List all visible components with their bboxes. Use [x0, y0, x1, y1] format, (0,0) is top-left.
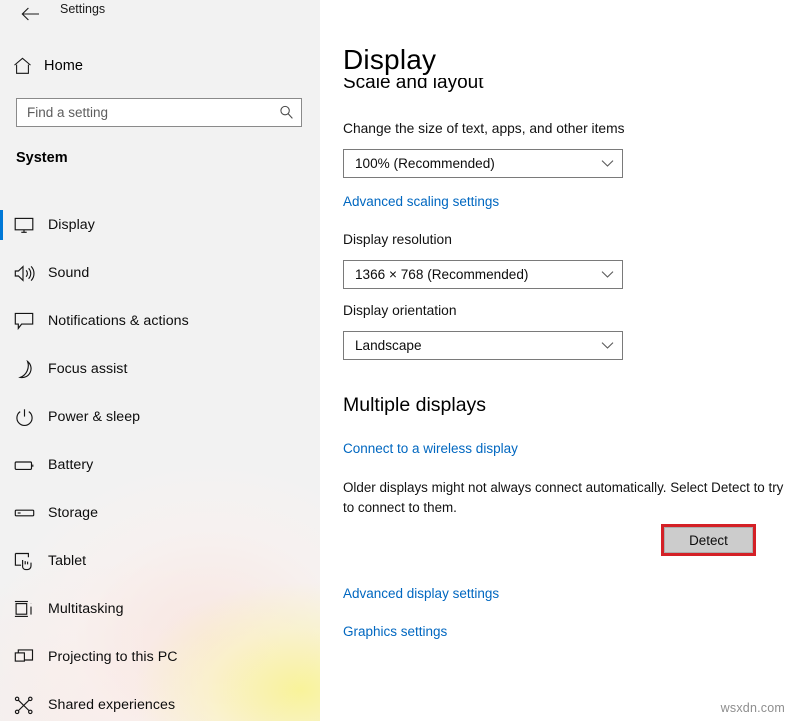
graphics-settings-link[interactable]: Graphics settings: [343, 624, 447, 639]
advanced-display-settings-link[interactable]: Advanced display settings: [343, 586, 499, 601]
sidebar-scrollbar-track[interactable]: [312, 0, 318, 721]
search-box[interactable]: [16, 98, 302, 127]
sidebar-item-home[interactable]: Home: [0, 52, 300, 80]
chevron-down-icon: [592, 341, 622, 350]
orientation-dropdown[interactable]: Landscape: [343, 331, 623, 360]
battery-icon: [0, 459, 48, 472]
sidebar-item-battery-label: Battery: [48, 457, 94, 473]
resolution-dropdown-value: 1366 × 768 (Recommended): [355, 267, 529, 282]
home-icon: [0, 57, 44, 75]
sidebar-item-sound-label: Sound: [48, 265, 90, 281]
sidebar-item-power-sleep-label: Power & sleep: [48, 409, 141, 425]
sidebar-item-notifications[interactable]: Notifications & actions: [0, 297, 310, 345]
multiple-displays-heading: Multiple displays: [343, 394, 487, 416]
multitasking-icon: [0, 600, 48, 619]
sidebar-item-multitasking[interactable]: Multitasking: [0, 585, 310, 633]
detect-button[interactable]: Detect: [664, 527, 753, 553]
sidebar-nav: Display Sound Notifications & actions Fo…: [0, 201, 310, 721]
sidebar-item-tablet[interactable]: Tablet: [0, 537, 310, 585]
advanced-scaling-settings-link[interactable]: Advanced scaling settings: [343, 194, 499, 209]
page-title: Display: [343, 43, 477, 77]
window-title: Settings: [60, 2, 106, 16]
sidebar-item-sound[interactable]: Sound: [0, 249, 310, 297]
sidebar-item-shared-experiences-label: Shared experiences: [48, 697, 176, 713]
settings-window: Settings Home Find a setting System Disp…: [0, 0, 793, 721]
resolution-dropdown[interactable]: 1366 × 768 (Recommended): [343, 260, 623, 289]
selection-indicator: [0, 210, 3, 240]
sidebar-item-display[interactable]: Display: [0, 201, 310, 249]
chevron-down-icon: [592, 159, 622, 168]
power-icon: [0, 408, 48, 427]
sidebar-item-multitasking-label: Multitasking: [48, 601, 124, 617]
sidebar-item-notifications-label: Notifications & actions: [48, 313, 189, 329]
watermark: wsxdn.com: [720, 701, 785, 715]
orientation-label: Display orientation: [343, 303, 457, 318]
projecting-icon: [0, 648, 48, 666]
connect-wireless-display-link[interactable]: Connect to a wireless display: [343, 441, 518, 456]
main-content: Scale and layout Display Change the size…: [320, 0, 793, 721]
share-nodes-icon: [0, 696, 48, 715]
sidebar-item-power-sleep[interactable]: Power & sleep: [0, 393, 310, 441]
orientation-dropdown-value: Landscape: [355, 338, 422, 353]
title-bar: Settings: [0, 0, 320, 30]
sidebar-section-title: System: [16, 150, 68, 166]
search-icon[interactable]: [271, 105, 301, 120]
sidebar-item-focus-assist[interactable]: Focus assist: [0, 345, 310, 393]
sidebar-item-display-label: Display: [48, 217, 95, 233]
chevron-down-icon: [592, 270, 622, 279]
scale-and-layout-heading-text: Scale and layout: [343, 78, 484, 93]
sidebar: Settings Home Find a setting System Disp…: [0, 0, 320, 721]
resolution-label: Display resolution: [343, 232, 452, 247]
speaker-icon: [0, 264, 48, 282]
speech-bubble-icon: [0, 312, 48, 330]
sidebar-item-projecting-label: Projecting to this PC: [48, 649, 178, 665]
search-input[interactable]: [17, 99, 271, 126]
sidebar-item-focus-assist-label: Focus assist: [48, 361, 128, 377]
scale-and-layout-heading: Scale and layout: [343, 78, 643, 95]
scale-dropdown-value: 100% (Recommended): [355, 156, 495, 171]
scale-label: Change the size of text, apps, and other…: [343, 121, 625, 136]
multiple-displays-helper-text: Older displays might not always connect …: [343, 480, 784, 515]
back-arrow-icon[interactable]: [14, 0, 46, 28]
drive-icon: [0, 507, 48, 519]
monitor-icon: [0, 217, 48, 234]
moon-icon: [0, 359, 48, 379]
scale-dropdown[interactable]: 100% (Recommended): [343, 149, 623, 178]
sidebar-item-storage-label: Storage: [48, 505, 99, 521]
sidebar-item-projecting[interactable]: Projecting to this PC: [0, 633, 310, 681]
sidebar-item-shared-experiences[interactable]: Shared experiences: [0, 681, 310, 721]
sidebar-item-battery[interactable]: Battery: [0, 441, 310, 489]
tablet-touch-icon: [0, 552, 48, 571]
sidebar-item-tablet-label: Tablet: [48, 553, 87, 569]
sidebar-item-home-label: Home: [44, 58, 84, 74]
sidebar-item-storage[interactable]: Storage: [0, 489, 310, 537]
